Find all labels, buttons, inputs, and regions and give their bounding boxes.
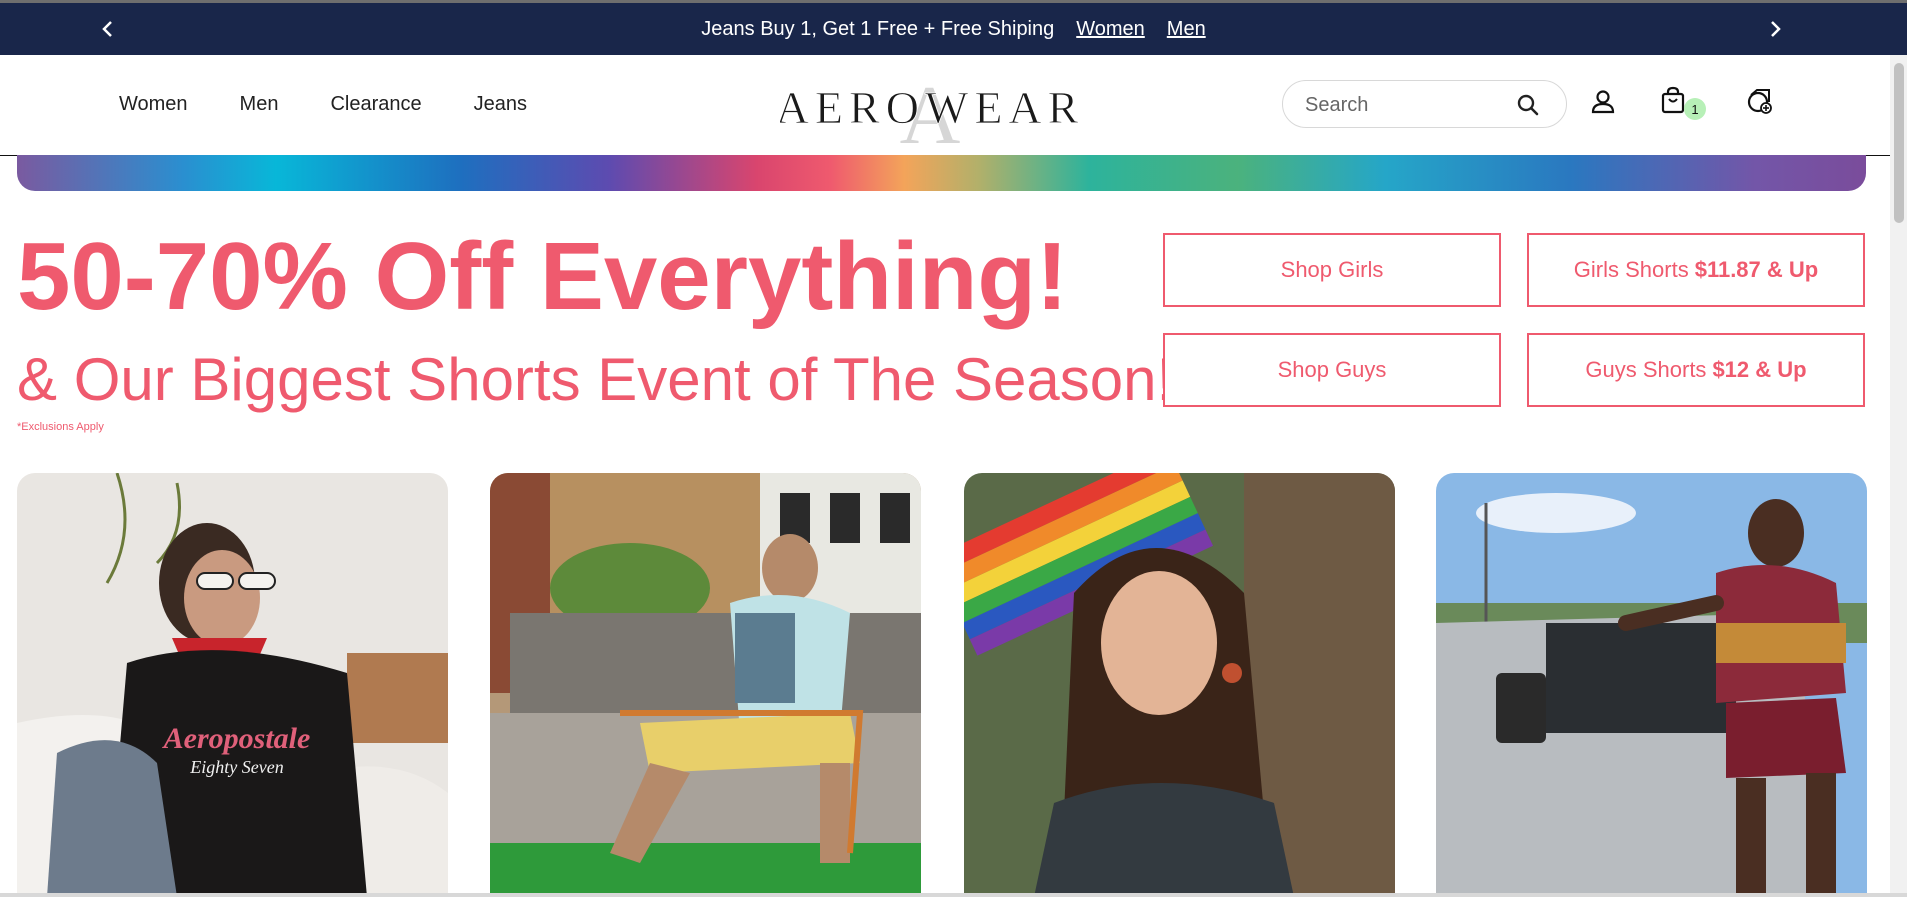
- search-input[interactable]: [1303, 81, 1517, 129]
- shirt-logo-line2: Eighty Seven: [189, 757, 283, 777]
- promo-banner: Jeans Buy 1, Get 1 Free + Free Shiping W…: [0, 3, 1907, 55]
- hero-subhead: & Our Biggest Shorts Event of The Season…: [17, 346, 1174, 413]
- chevron-right-icon: [1771, 21, 1781, 37]
- window-bottom-border: [0, 893, 1907, 897]
- guys-shorts-label: Guys Shorts: [1585, 357, 1707, 382]
- exclusions-note: *Exclusions Apply: [17, 421, 104, 433]
- shirt-logo-line1: Aeropostale: [162, 722, 311, 755]
- search-icon[interactable]: [1515, 92, 1541, 118]
- photo-woman-sunglasses[interactable]: Aeropostale Eighty Seven: [17, 473, 448, 897]
- nav-item-clearance[interactable]: Clearance: [330, 93, 421, 116]
- search-box: [1282, 80, 1567, 129]
- girls-shorts-price: $11.87 & Up: [1694, 257, 1819, 282]
- guys-shorts-button[interactable]: Guys Shorts $12 & Up: [1527, 333, 1865, 407]
- nav-item-jeans[interactable]: Jeans: [474, 93, 527, 116]
- site-header: Women Men Clearance Jeans A AEROWEAR: [0, 55, 1890, 156]
- account-icon[interactable]: [1588, 87, 1618, 117]
- rewards-icon[interactable]: [1745, 87, 1775, 117]
- promo-link-women[interactable]: Women: [1076, 18, 1145, 41]
- photo-man-lawn-chair[interactable]: [490, 473, 921, 897]
- nav-item-men[interactable]: Men: [240, 93, 279, 116]
- shop-girls-label: Shop Girls: [1280, 257, 1384, 282]
- photo-man-lawn-chair-image: [490, 473, 921, 897]
- photo-woman-pride-flag[interactable]: [964, 473, 1395, 897]
- aerowear-logo[interactable]: A AEROWEAR: [780, 65, 1080, 149]
- rainbow-divider: [17, 155, 1866, 191]
- page-scrollbar[interactable]: [1890, 55, 1907, 897]
- main-nav: Women Men Clearance Jeans: [119, 93, 579, 116]
- shop-guys-label: Shop Guys: [1277, 357, 1387, 382]
- promo-message: Jeans Buy 1, Get 1 Free + Free Shiping: [701, 17, 1055, 40]
- shop-girls-button[interactable]: Shop Girls: [1163, 233, 1501, 307]
- guys-shorts-price: $12 & Up: [1712, 357, 1807, 382]
- nav-item-women[interactable]: Women: [119, 93, 188, 116]
- cart-count-badge: 1: [1684, 98, 1706, 120]
- hero-headline: 50-70% Off Everything!: [17, 223, 1068, 330]
- scrollbar-thumb[interactable]: [1894, 63, 1904, 223]
- photo-woman-sunglasses-image: Aeropostale Eighty Seven: [17, 473, 448, 897]
- photo-woman-jeep[interactable]: [1436, 473, 1867, 897]
- girls-shorts-button[interactable]: Girls Shorts $11.87 & Up: [1527, 233, 1865, 307]
- photo-woman-pride-flag-image: [964, 473, 1395, 897]
- photo-woman-jeep-image: [1436, 473, 1867, 897]
- promo-message-row: Jeans Buy 1, Get 1 Free + Free Shiping W…: [0, 3, 1907, 55]
- logo-wordmark: AEROWEAR: [780, 82, 1080, 133]
- promo-link-men[interactable]: Men: [1167, 18, 1206, 41]
- shop-guys-button[interactable]: Shop Guys: [1163, 333, 1501, 407]
- promo-next-button[interactable]: [1755, 3, 1795, 55]
- girls-shorts-label: Girls Shorts: [1573, 257, 1689, 282]
